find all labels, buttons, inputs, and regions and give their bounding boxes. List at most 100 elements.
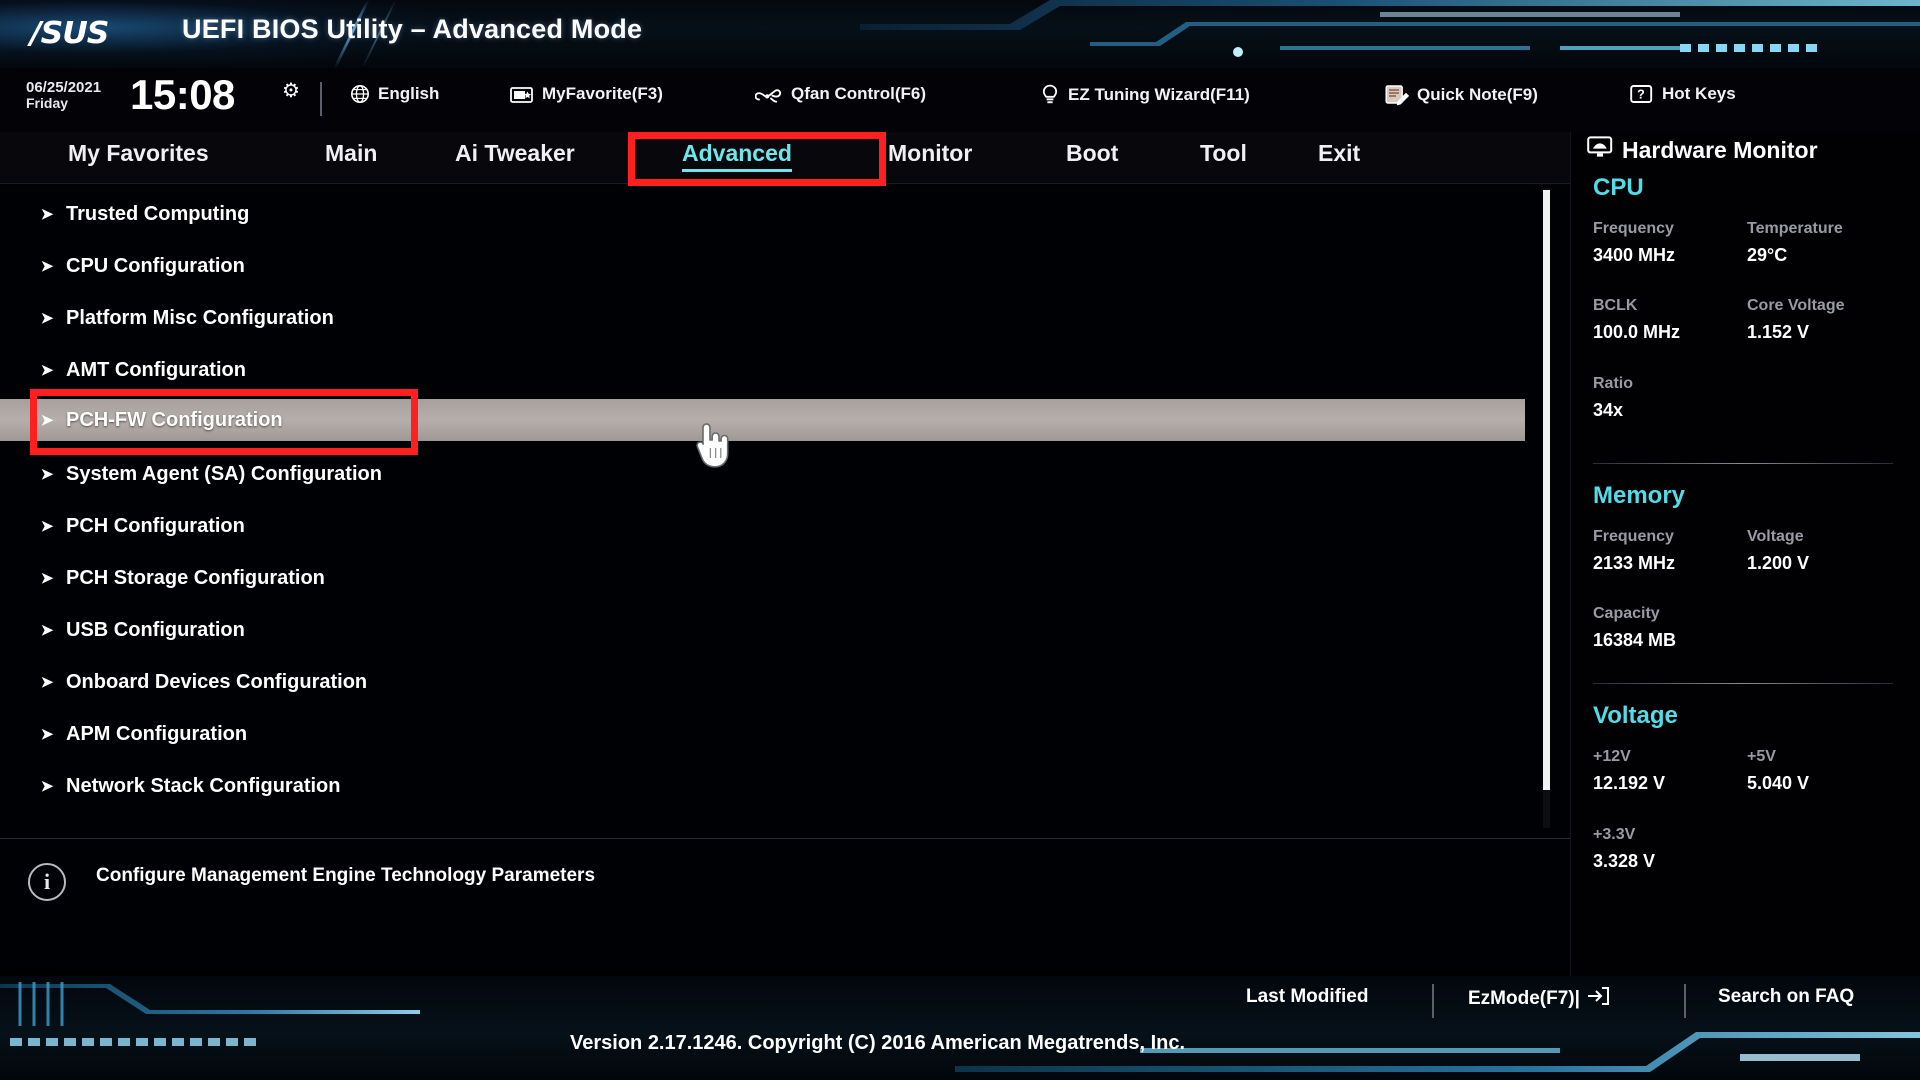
menu-item-network-stack-configuration[interactable]: ➤ Network Stack Configuration [0, 766, 1525, 806]
chevron-right-icon: ➤ [40, 570, 54, 587]
menu-item-pch-storage-configuration[interactable]: ➤ PCH Storage Configuration [0, 558, 1525, 598]
help-bar: i Configure Management Engine Technology… [0, 838, 1570, 970]
menu-item-onboard-devices-configuration[interactable]: ➤ Onboard Devices Configuration [0, 662, 1525, 702]
tab-tool-label: Tool [1200, 140, 1247, 166]
menu-item-label: CPU Configuration [66, 254, 245, 277]
tab-monitor[interactable]: Monitor [888, 140, 972, 167]
menu-item-apm-configuration[interactable]: ➤ APM Configuration [0, 714, 1525, 754]
section-title-voltage: Voltage [1593, 702, 1678, 729]
tab-boot-label: Boot [1066, 140, 1119, 166]
menu-item-label: Platform Misc Configuration [66, 306, 334, 329]
bottom-divider-2 [1684, 984, 1686, 1018]
lightbulb-icon [1040, 84, 1060, 106]
monitor-icon [1587, 136, 1613, 164]
voltage-5v-value: 5.040 V [1747, 773, 1810, 793]
chevron-right-icon: ➤ [40, 726, 54, 743]
cpu-ratio-label: Ratio [1593, 375, 1633, 392]
menu-item-label: Network Stack Configuration [66, 774, 341, 797]
cpu-core-voltage-label: Core Voltage [1747, 297, 1845, 314]
language-button[interactable]: English [350, 84, 439, 104]
menu-item-label: Onboard Devices Configuration [66, 670, 368, 693]
menu-item-amt-configuration[interactable]: ➤ AMT Configuration [0, 350, 1525, 390]
date-value: 06/25/2021 [26, 79, 102, 96]
myfavorite-button[interactable]: MyFavorite(F3) [510, 84, 663, 104]
qfan-control-label: Qfan Control(F6) [791, 84, 927, 103]
menu-item-pch-configuration[interactable]: ➤ PCH Configuration [0, 506, 1525, 546]
menu-item-platform-misc-configuration[interactable]: ➤ Platform Misc Configuration [0, 298, 1525, 338]
menu-list: ➤ Trusted Computing ➤ CPU Configuration … [0, 184, 1570, 844]
tab-exit-label: Exit [1318, 140, 1361, 166]
date-display: 06/25/2021 Friday [26, 80, 101, 110]
myfavorite-label: MyFavorite(F3) [542, 84, 663, 103]
section-title-memory: Memory [1593, 482, 1686, 509]
gear-icon[interactable]: ⚙ [282, 78, 300, 103]
fan-icon [755, 84, 783, 104]
quick-note-label: Quick Note(F9) [1417, 85, 1538, 104]
memory-frequency-label: Frequency [1593, 528, 1674, 545]
hot-keys-button[interactable]: ? Hot Keys [1630, 84, 1736, 104]
qfan-control-button[interactable]: Qfan Control(F6) [755, 84, 926, 104]
cpu-ratio-value: 34x [1593, 400, 1624, 420]
bottom-bar: Last Modified EzMode(F7)| Search on FAQ … [0, 976, 1920, 1080]
language-label: English [378, 84, 440, 103]
voltage-33v-label: +3.3V [1593, 826, 1636, 843]
info-toolbar: 06/25/2021 Friday 15:08 ⚙ English MyFavo… [0, 68, 1920, 132]
tab-advanced-label: Advanced [682, 140, 792, 166]
chevron-right-icon: ➤ [40, 258, 54, 275]
exit-arrow-icon [1586, 986, 1610, 1012]
last-modified-button[interactable]: Last Modified [1246, 986, 1368, 1008]
bios-screen: /SUS UEFI BIOS Utility – Advanced Mode 0… [0, 0, 1920, 1080]
tab-my-favorites-label: My Favorites [68, 140, 209, 166]
menu-item-label: PCH-FW Configuration [66, 408, 283, 431]
section-divider [1593, 463, 1893, 464]
chevron-right-icon: ➤ [40, 412, 54, 429]
menu-item-cpu-configuration[interactable]: ➤ CPU Configuration [0, 246, 1525, 286]
tab-exit[interactable]: Exit [1318, 140, 1360, 167]
tab-ai-tweaker-label: Ai Tweaker [455, 140, 575, 166]
menu-item-pch-fw-configuration[interactable]: ➤ PCH-FW Configuration [0, 398, 1525, 442]
question-key-icon: ? [1630, 84, 1654, 104]
note-pencil-icon [1385, 84, 1409, 106]
menu-item-label: System Agent (SA) Configuration [66, 462, 382, 485]
menu-item-label: PCH Storage Configuration [66, 566, 325, 589]
menu-item-trusted-computing[interactable]: ➤ Trusted Computing [0, 194, 1525, 234]
ez-tuning-wizard-label: EZ Tuning Wizard(F11) [1068, 85, 1250, 104]
circuit-decoration [860, 0, 1920, 57]
hot-keys-label: Hot Keys [1662, 84, 1736, 103]
memory-voltage-label: Voltage [1747, 528, 1804, 545]
hardware-monitor-title-label: Hardware Monitor [1622, 136, 1818, 163]
menu-item-usb-configuration[interactable]: ➤ USB Configuration [0, 610, 1525, 650]
tab-boot[interactable]: Boot [1066, 140, 1118, 167]
info-icon: i [28, 863, 66, 901]
menu-item-system-agent-sa-configuration[interactable]: ➤ System Agent (SA) Configuration [0, 454, 1525, 494]
ezmode-label: EzMode(F7)| [1468, 988, 1580, 1009]
cpu-bclk-label: BCLK [1593, 297, 1638, 314]
help-text: Configure Management Engine Technology P… [96, 865, 596, 886]
chevron-right-icon: ➤ [40, 622, 54, 639]
tab-advanced[interactable]: Advanced [682, 140, 792, 172]
menu-item-label: APM Configuration [66, 722, 248, 745]
menu-scrollbar-thumb[interactable] [1543, 190, 1550, 790]
globe-icon [350, 84, 370, 104]
tab-tool[interactable]: Tool [1200, 140, 1247, 167]
tab-my-favorites[interactable]: My Favorites [68, 140, 209, 167]
ez-tuning-wizard-button[interactable]: EZ Tuning Wizard(F11) [1040, 84, 1250, 106]
section-title-cpu: CPU [1593, 174, 1644, 201]
menu-item-label: AMT Configuration [66, 358, 246, 381]
weekday-value: Friday [26, 94, 69, 111]
svg-text:?: ? [1637, 88, 1645, 102]
hardware-monitor-panel: Hardware Monitor CPU Frequency 3400 MHz … [1570, 132, 1920, 976]
memory-capacity-label: Capacity [1593, 605, 1660, 622]
memory-capacity-value: 16384 MB [1593, 630, 1677, 650]
memory-voltage-value: 1.200 V [1747, 553, 1810, 573]
search-on-faq-button[interactable]: Search on FAQ [1718, 986, 1854, 1008]
chevron-right-icon: ➤ [40, 674, 54, 691]
clock-value: 15:08 [130, 71, 235, 118]
ezmode-button[interactable]: EzMode(F7)| [1468, 986, 1610, 1012]
quick-note-button[interactable]: Quick Note(F9) [1385, 84, 1538, 106]
menu-item-label: PCH Configuration [66, 514, 245, 537]
tab-main[interactable]: Main [325, 140, 377, 167]
section-divider [1593, 683, 1893, 684]
tab-ai-tweaker[interactable]: Ai Tweaker [455, 140, 575, 167]
search-on-faq-label: Search on FAQ [1718, 986, 1855, 1007]
